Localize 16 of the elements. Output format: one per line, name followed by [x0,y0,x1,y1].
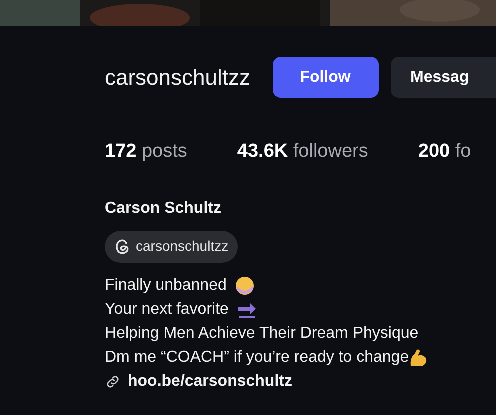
arrow-emoji-icon [236,300,257,318]
follow-button[interactable]: Follow [272,57,379,98]
threads-handle: carsonschultzz [136,237,229,256]
stat-count[interactable]: 172 posts [105,138,188,166]
bio-line: Dm me “COACH” if you’re ready to change [105,348,410,368]
bio-line: Helping Men Achieve Their Dream Physique [105,324,419,344]
threads-chip[interactable]: carsonschultzz [105,230,238,262]
stat-count[interactable]: 43.6K followers [237,138,368,166]
bio-line: Finally unbanned [105,276,227,296]
link-icon [105,374,121,390]
bio-line: Your next favorite [105,300,229,320]
message-button[interactable]: Messag [390,57,496,98]
website-link[interactable]: hoo.be/carsonschultz [128,370,292,394]
display-name: Carson Schultz [105,198,222,218]
stat-count[interactable]: 200 fo [418,138,472,166]
username: carsonschultzz [105,64,251,92]
